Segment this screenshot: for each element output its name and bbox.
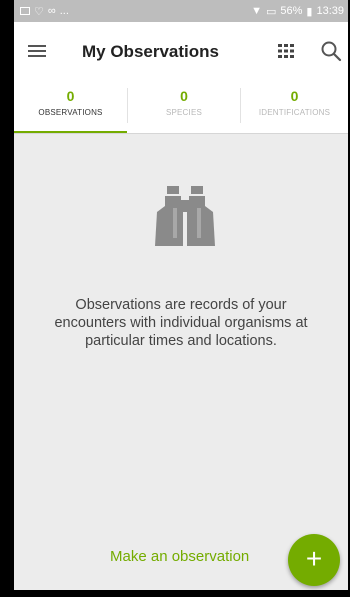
tab-count: 0 bbox=[180, 88, 188, 104]
status-left-text: ... bbox=[59, 5, 69, 17]
tab-identifications[interactable]: 0 IDENTIFICATIONS bbox=[241, 82, 348, 133]
status-left: ♡ ∞ ... bbox=[20, 5, 69, 18]
make-observation-link[interactable]: Make an observation bbox=[110, 548, 249, 565]
notification-icon-3: ∞ bbox=[47, 5, 56, 17]
add-observation-button[interactable]: + bbox=[288, 534, 340, 586]
app-bar: My Observations bbox=[14, 22, 348, 82]
page-title: My Observations bbox=[82, 42, 219, 61]
tab-count: 0 bbox=[290, 88, 299, 104]
tab-observations[interactable]: 0 OBSERVATIONS bbox=[14, 82, 127, 133]
tab-species[interactable]: 0 SPECIES bbox=[128, 82, 240, 133]
status-bar: ♡ ∞ ... ▼ ▭ 56% ▮ 13:39 bbox=[14, 0, 348, 22]
tab-label: IDENTIFICATIONS bbox=[258, 108, 331, 117]
location-icon: ▼ bbox=[251, 5, 262, 17]
empty-state-message: Observations are records of your encount… bbox=[54, 297, 308, 349]
notification-icon-2: ♡ bbox=[34, 5, 44, 18]
binoculars-icon bbox=[155, 186, 215, 246]
status-right: ▼ ▭ 56% ▮ 13:39 bbox=[251, 5, 344, 18]
search-icon[interactable] bbox=[320, 40, 342, 62]
tab-label: SPECIES bbox=[165, 108, 203, 117]
notification-icon bbox=[20, 7, 30, 15]
tab-count: 0 bbox=[66, 88, 75, 104]
tab-label: OBSERVATIONS bbox=[38, 108, 103, 117]
signal-icon: ▭ bbox=[265, 5, 277, 18]
battery-percent: 56% bbox=[280, 5, 303, 17]
tab-bar: 0 OBSERVATIONS 0 SPECIES 0 IDENTIFICATIO… bbox=[14, 82, 348, 134]
status-time: 13:39 bbox=[316, 5, 344, 17]
battery-icon: ▮ bbox=[306, 5, 313, 18]
phone-screen: ♡ ∞ ... ▼ ▭ 56% ▮ 13:39 My Observations … bbox=[14, 0, 348, 590]
grid-view-icon[interactable] bbox=[278, 44, 294, 58]
hamburger-menu-icon[interactable] bbox=[28, 42, 48, 60]
